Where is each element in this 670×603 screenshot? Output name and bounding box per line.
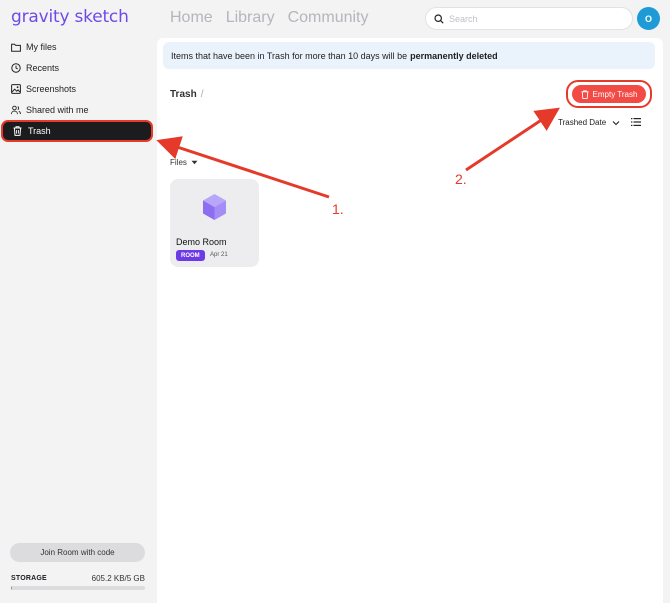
sidebar-item-label: Shared with me [26, 105, 89, 115]
file-card[interactable]: Demo Room ROOM Apr 21 [170, 179, 259, 267]
top-nav: Home Library Community [170, 9, 369, 27]
caret-down-icon [191, 160, 198, 165]
storage-bar [11, 586, 145, 590]
search-icon [434, 13, 444, 24]
app-logo[interactable]: gravity sketch [11, 7, 129, 27]
sidebar-item-screenshots[interactable]: Screenshots [5, 80, 152, 98]
list-view-icon[interactable] [631, 118, 641, 126]
files-filter[interactable]: Files [170, 158, 198, 167]
join-room-button[interactable]: Join Room with code [10, 543, 145, 562]
storage-fill [11, 586, 12, 590]
people-icon [11, 105, 21, 115]
user-avatar[interactable]: O [637, 7, 660, 30]
sort-dropdown[interactable]: Trashed Date [558, 118, 620, 127]
sidebar-item-my-files[interactable]: My files [5, 38, 152, 56]
cube-icon [203, 194, 226, 220]
sidebar-item-label: Screenshots [26, 84, 77, 94]
search-input[interactable] [449, 13, 619, 24]
sidebar-item-shared[interactable]: Shared with me [5, 101, 152, 119]
empty-trash-button[interactable]: Empty Trash [572, 85, 646, 103]
file-type-badge: ROOM [176, 250, 205, 261]
file-date: Apr 21 [210, 252, 228, 258]
sidebar: My files Recents Screenshots Shared with… [0, 38, 157, 603]
main-panel: Items that have been in Trash for more t… [157, 38, 663, 603]
trash-notice: Items that have been in Trash for more t… [163, 42, 655, 69]
storage-label: STORAGE [11, 575, 47, 582]
breadcrumb-separator: / [200, 89, 204, 100]
clock-icon [11, 63, 21, 73]
storage-value: 605.2 KB/5 GB [91, 574, 145, 583]
sidebar-item-label: Trash [28, 126, 51, 136]
nav-library[interactable]: Library [226, 9, 275, 27]
sidebar-item-label: My files [26, 42, 57, 52]
top-bar: gravity sketch Home Library Community O [0, 0, 670, 38]
chevron-down-icon [612, 120, 620, 125]
breadcrumb: Trash / [170, 89, 203, 100]
annotation-step-2: 2. [455, 171, 467, 187]
search-box[interactable] [425, 7, 633, 30]
nav-community[interactable]: Community [288, 9, 369, 27]
trash-icon [580, 89, 589, 99]
breadcrumb-current[interactable]: Trash [170, 89, 197, 100]
notice-emphasis: permanently deleted [410, 50, 498, 61]
image-icon [11, 84, 21, 94]
annotation-step-1: 1. [332, 201, 344, 217]
folder-icon [11, 42, 21, 52]
sort-label: Trashed Date [558, 118, 607, 127]
files-label: Files [170, 158, 187, 167]
sidebar-item-recents[interactable]: Recents [5, 59, 152, 77]
file-title: Demo Room [176, 237, 227, 247]
sidebar-item-label: Recents [26, 63, 60, 73]
nav-home[interactable]: Home [170, 9, 213, 27]
notice-text: Items that have been in Trash for more t… [171, 50, 408, 61]
sidebar-item-trash[interactable]: Trash [1, 120, 153, 142]
empty-trash-label: Empty Trash [592, 89, 638, 99]
trash-icon [13, 126, 23, 136]
